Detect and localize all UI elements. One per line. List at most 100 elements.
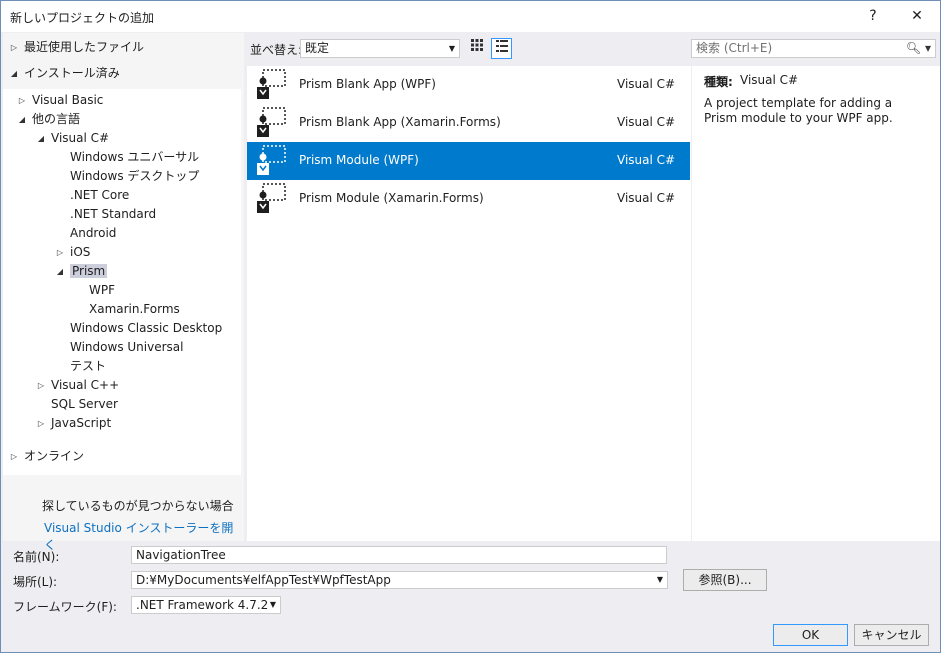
location-field[interactable]: D:¥MyDocuments¥elfAppTest¥WpfTestApp ▼ (131, 571, 668, 589)
tree-node[interactable]: ◢ Visual C# (36, 129, 109, 148)
project-template-icon (255, 145, 287, 177)
location-label: 場所(L): (13, 575, 58, 589)
category-panel: ▷ 最近使用したファイル ◢ インストール済み ▷ Visual Basic ◢ 他の… (3, 33, 244, 552)
template-name: Prism Blank App (WPF) (299, 77, 436, 91)
chevron-down-icon: ▼ (269, 600, 276, 609)
collapsed-arrow-icon[interactable]: ▷ (36, 414, 46, 433)
tree-node-label: Windows ユニバーサル (70, 150, 200, 164)
installed-label: インストール済み (24, 66, 120, 80)
tree-node[interactable]: SQL Server (36, 395, 118, 414)
tree-node-label: iOS (70, 245, 91, 259)
sort-select[interactable]: 既定 ▼ (300, 39, 460, 58)
sort-value: 既定 (305, 41, 330, 55)
template-name: Prism Blank App (Xamarin.Forms) (299, 115, 501, 129)
tree-node-label: Windows デスクトップ (70, 169, 200, 183)
tree-node-label: .NET Core (70, 188, 130, 202)
list-icon (495, 40, 508, 55)
tree-node-label: SQL Server (51, 397, 118, 411)
tree-node[interactable]: .NET Standard (55, 205, 156, 224)
framework-select[interactable]: .NET Framework 4.7.2 ▼ (131, 596, 281, 614)
location-value: D:¥MyDocuments¥elfAppTest¥WpfTestApp (136, 573, 391, 587)
expanded-arrow-icon: ◢ (10, 69, 18, 78)
expanded-arrow-icon[interactable]: ◢ (36, 129, 46, 148)
template-language: Visual C# (617, 191, 676, 205)
tree-node[interactable]: ▷ Visual C++ (36, 376, 119, 395)
search-icon: 🔍︎ ▾ (905, 41, 931, 55)
online-node[interactable]: ▷ オンライン (9, 447, 84, 466)
search-input[interactable]: 検索 (Ctrl+E) 🔍︎ ▾ (691, 39, 936, 58)
tree-node[interactable]: テスト (55, 357, 106, 376)
recent-label: 最近使用したファイル (24, 40, 145, 54)
installed-node[interactable]: ◢ インストール済み (9, 64, 120, 83)
tree-node-label: Android (70, 226, 117, 240)
project-template-icon (255, 107, 287, 139)
tree-node-label: JavaScript (51, 416, 112, 430)
template-item[interactable]: Prism Module (Xamarin.Forms) Visual C# (247, 180, 690, 218)
ok-button[interactable]: OK (773, 624, 848, 646)
search-placeholder: 検索 (Ctrl+E) (696, 41, 773, 55)
tree-node[interactable]: ◢ 他の言語 (17, 110, 80, 129)
template-language: Visual C# (617, 153, 676, 167)
chevron-down-icon: ▼ (448, 44, 455, 53)
template-item[interactable]: Prism Blank App (WPF) Visual C# (247, 66, 690, 104)
tree-node-label: Prism (70, 264, 108, 278)
close-button[interactable]: ✕ (902, 3, 932, 29)
template-item[interactable]: Prism Module (WPF) Visual C# (247, 142, 690, 180)
name-label: 名前(N): (13, 550, 60, 564)
tree-node-label: 他の言語 (32, 112, 81, 126)
project-template-icon (255, 183, 287, 215)
collapsed-arrow-icon: ▷ (10, 43, 18, 52)
template-item[interactable]: Prism Blank App (Xamarin.Forms) Visual C# (247, 104, 690, 142)
tree-node-label: .NET Standard (70, 207, 157, 221)
collapsed-arrow-icon: ▷ (10, 452, 18, 461)
tree-node[interactable]: ▷ JavaScript (36, 414, 111, 433)
tree-node[interactable]: Windows Universal (55, 338, 183, 357)
framework-label: フレームワーク(F): (13, 600, 117, 614)
tree-node[interactable]: WPF (74, 281, 115, 300)
name-value: NavigationTree (136, 548, 226, 562)
tree-node[interactable]: ▷ Visual Basic (17, 91, 104, 110)
add-project-dialog: 新しいプロジェクトの追加 ? ✕ ▷ 最近使用したファイル ◢ インストール済み… (0, 0, 941, 653)
collapsed-arrow-icon[interactable]: ▷ (17, 91, 27, 110)
template-list: Prism Blank App (WPF) Visual C# Prism Bla… (247, 66, 691, 541)
help-button[interactable]: ? (858, 3, 888, 29)
details-panel: 種類: Visual C# A project template for add… (692, 66, 940, 541)
grid-icon (470, 39, 483, 54)
template-language: Visual C# (617, 77, 676, 91)
collapsed-arrow-icon[interactable]: ▷ (55, 243, 65, 262)
tree-node-label: Windows Universal (70, 340, 184, 354)
template-name: Prism Module (Xamarin.Forms) (299, 191, 484, 205)
tree-node[interactable]: .NET Core (55, 186, 129, 205)
list-view-button[interactable] (491, 38, 512, 59)
expanded-arrow-icon[interactable]: ◢ (55, 262, 65, 281)
expanded-arrow-icon[interactable]: ◢ (17, 110, 27, 129)
tree-node[interactable]: ▷ iOS (55, 243, 90, 262)
tree-node-label: Windows Classic Desktop (70, 321, 223, 335)
tree-node[interactable]: Windows デスクトップ (55, 167, 199, 186)
tree-node-label: Visual C# (51, 131, 110, 145)
tree-node-label: Xamarin.Forms (89, 302, 180, 316)
tree-node[interactable]: Windows Classic Desktop (55, 319, 222, 338)
project-template-icon (255, 69, 287, 101)
title-bar: 新しいプロジェクトの追加 ? ✕ (1, 1, 940, 32)
tree-node-label: テスト (70, 359, 107, 373)
tree-node-label: Visual C++ (51, 378, 120, 392)
sort-label: 並べ替え: (250, 43, 303, 57)
grid-view-button[interactable] (466, 38, 487, 59)
recent-node[interactable]: ▷ 最近使用したファイル (9, 38, 144, 57)
template-description: A project template for adding a Prism mo… (704, 96, 893, 125)
installed-tree: ▷ Visual Basic ◢ 他の言語 ◢ Visual C# Windows ユニバー… (3, 89, 241, 475)
kind-label: 種類: (704, 75, 733, 89)
tree-node-label: Visual Basic (32, 93, 104, 107)
collapsed-arrow-icon[interactable]: ▷ (36, 376, 46, 395)
tree-node[interactable]: Xamarin.Forms (74, 300, 180, 319)
name-field[interactable]: NavigationTree (131, 546, 667, 564)
template-name: Prism Module (WPF) (299, 153, 419, 167)
tree-node-label: WPF (89, 283, 116, 297)
tree-node[interactable]: ◢ Prism (55, 262, 108, 281)
tree-node[interactable]: Windows ユニバーサル (55, 148, 199, 167)
not-found-text: 探しているものが見つからない場合 (42, 499, 234, 513)
browse-button[interactable]: 参照(B)... (683, 569, 767, 591)
tree-node[interactable]: Android (55, 224, 116, 243)
cancel-button[interactable]: キャンセル (854, 624, 929, 646)
